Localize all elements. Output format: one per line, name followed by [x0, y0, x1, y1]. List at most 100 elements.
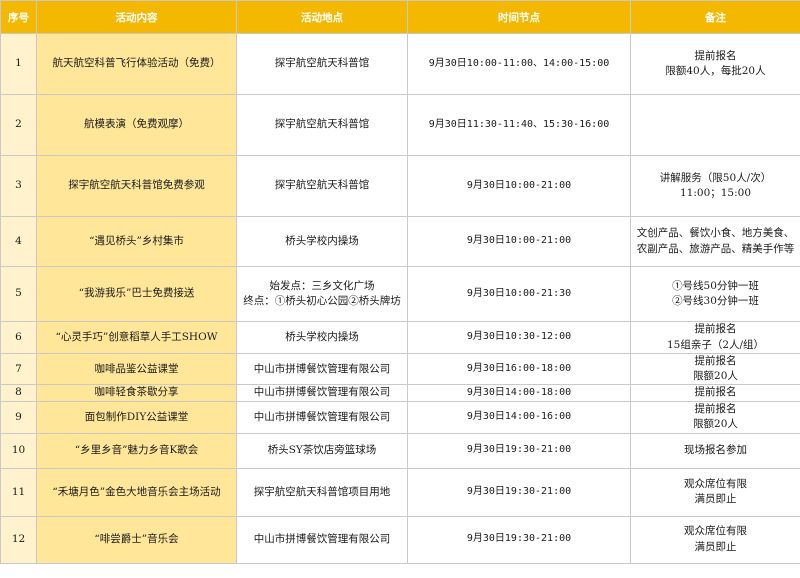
table-row: 8 咖啡轻食茶歇分享 中山市拼博餐饮管理有限公司 9月30日14:00-18:00 提前… — [0, 384, 800, 402]
cell-time: 9月30日19:30-21:00 — [407, 467, 631, 517]
cell-activity: 航模表演（免费观摩） — [36, 94, 237, 156]
cell-activity: “乡里乡音”魅力乡音K歌会 — [36, 432, 237, 469]
cell-note: ①号线50分钟一班 ②号线30分钟一班 — [630, 266, 800, 322]
note-line: 提前报名 — [694, 49, 737, 62]
note-line: 农副产品、旅游产品、精美手作等 — [636, 242, 795, 255]
location-line: 中山市拼博餐饮管理有限公司 — [253, 533, 391, 546]
note-line: 观众席位有限 — [684, 477, 747, 490]
location-line: 桥头学校内操场 — [285, 234, 359, 247]
cell-location: 探宇航空航天科普馆 — [236, 94, 408, 156]
cell-time: 9月30日14:00-18:00 — [407, 384, 631, 402]
header-activity: 活动内容 — [36, 0, 237, 34]
cell-location: 中山市拼博餐饮管理有限公司 — [236, 400, 408, 434]
cell-time: 9月30日16:00-18:00 — [407, 352, 631, 386]
cell-time: 9月30日10:00-21:00 — [407, 155, 631, 217]
cell-no: 8 — [0, 384, 37, 402]
cell-no: 5 — [0, 266, 37, 322]
note-line: 观众席位有限 — [684, 525, 747, 538]
cell-location: 中山市拼博餐饮管理有限公司 — [236, 384, 408, 402]
cell-location: 中山市拼博餐饮管理有限公司 — [236, 352, 408, 386]
cell-note: 提前报名 — [630, 384, 800, 402]
header-location: 活动地点 — [236, 0, 408, 34]
location-line: 始发点：三乡文化广场 — [269, 279, 375, 292]
table-row: 2 航模表演（免费观摩） 探宇航空航天科普馆 9月30日11:30-11:40、15:… — [0, 94, 800, 156]
cell-time: 9月30日10:00-11:00、14:00-15:00 — [407, 33, 631, 95]
cell-location: 始发点：三乡文化广场终点：①桥头初心公园②桥头牌坊 — [236, 266, 408, 322]
cell-location: 桥头SY茶饮店旁篮球场 — [236, 432, 408, 469]
cell-note: 讲解服务（限50人/次） 11:00；15:00 — [630, 155, 800, 217]
table-row: 5 “我游我乐”巴士免费接送 始发点：三乡文化广场 终点：①桥头初心公园②桥头牌坊 9月… — [0, 266, 800, 322]
location-line: 中山市拼博餐饮管理有限公司 — [253, 386, 391, 399]
cell-no: 3 — [0, 155, 37, 217]
cell-time: 9月30日10:30-12:00 — [407, 321, 631, 354]
cell-note — [630, 94, 800, 156]
cell-note: 提前报名 15组亲子（2人/组） — [630, 321, 800, 354]
cell-activity: “啡尝爵士”音乐会 — [36, 515, 237, 564]
note-line: 提前报名 — [694, 402, 737, 415]
cell-activity: “禾塘月色”金色大地音乐会主场活动 — [36, 467, 237, 517]
location-line: 终点：①桥头初心公园②桥头牌坊 — [243, 295, 401, 307]
table-row: 12 “啡尝爵士”音乐会 中山市拼博餐饮管理有限公司 9月30日19:30-21:00… — [0, 515, 800, 564]
cell-time: 9月30日14:00-16:00 — [407, 400, 631, 434]
cell-activity: 面包制作DIY公益课堂 — [36, 400, 237, 434]
cell-time: 9月30日19:30-21:00 — [407, 515, 631, 564]
cell-location: 探宇航空航天科普馆项目用地 — [236, 467, 408, 517]
cell-activity: “遇见桥头”乡村集市 — [36, 216, 237, 267]
table-body: 1 航天航空科普飞行体验活动（免费） 探宇航空航天科普馆 9月30日10:00-11:… — [0, 33, 800, 564]
location-line: 中山市拼博餐饮管理有限公司 — [253, 410, 391, 423]
cell-no: 6 — [0, 321, 37, 354]
cell-activity: 咖啡品鉴公益课堂 — [36, 352, 237, 386]
table-row: 4 “遇见桥头”乡村集市 桥头学校内操场 9月30日10:00-21:00 文创产品、餐… — [0, 216, 800, 267]
cell-note: 观众席位有限 满员即止 — [630, 467, 800, 517]
note-line: 11:00；15:00 — [679, 187, 752, 199]
header-no: 序号 — [0, 0, 37, 34]
cell-no: 2 — [0, 94, 37, 156]
cell-location: 探宇航空航天科普馆 — [236, 155, 408, 217]
note-line: 满员即止 — [694, 540, 737, 553]
cell-location: 桥头学校内操场 — [236, 321, 408, 354]
cell-time: 9月30日19:30-21:00 — [407, 432, 631, 469]
table-header-row: 序号 活动内容 活动地点 时间节点 备注 — [0, 0, 800, 34]
cell-time: 9月30日11:30-11:40、15:30-16:00 — [407, 94, 631, 156]
cell-note: 文创产品、餐饮小食、地方美食、 农副产品、旅游产品、精美手作等 — [630, 216, 800, 267]
table-row: 1 航天航空科普飞行体验活动（免费） 探宇航空航天科普馆 9月30日10:00-11:… — [0, 33, 800, 95]
header-time: 时间节点 — [407, 0, 631, 34]
cell-note: 提前报名限额20人 — [630, 352, 800, 386]
cell-activity: 咖啡轻食茶歇分享 — [36, 384, 237, 402]
table-row: 9 面包制作DIY公益课堂 中山市拼博餐饮管理有限公司 9月30日14:00-16:0… — [0, 400, 800, 434]
note-line: 提前报名 — [694, 323, 737, 336]
note-line: ②号线30分钟一班 — [672, 295, 759, 307]
note-line: ①号线50分钟一班 — [672, 279, 759, 292]
note-line: 限额20人 — [693, 370, 738, 383]
cell-note: 现场报名参加 — [630, 432, 800, 469]
table-row: 7 咖啡品鉴公益课堂 中山市拼博餐饮管理有限公司 9月30日16:00-18:00 提前… — [0, 352, 800, 386]
location-line: 桥头学校内操场 — [285, 330, 359, 343]
location-line: 中山市拼博餐饮管理有限公司 — [253, 362, 391, 375]
cell-time: 9月30日10:00-21:30 — [407, 266, 631, 322]
note-line: 15组亲子（2人/组） — [666, 338, 765, 351]
cell-time: 9月30日10:00-21:00 — [407, 216, 631, 267]
cell-note: 观众席位有限 满员即止 — [630, 515, 800, 564]
cell-no: 4 — [0, 216, 37, 267]
note-line: 讲解服务（限50人/次） — [659, 171, 772, 184]
cell-no: 9 — [0, 400, 37, 434]
location-line: 桥头SY茶饮店旁篮球场 — [267, 444, 377, 457]
note-line: 限额20人 — [693, 418, 738, 431]
cell-note: 提前报名限额20人 — [630, 400, 800, 434]
header-note: 备注 — [630, 0, 800, 34]
cell-location: 中山市拼博餐饮管理有限公司 — [236, 515, 408, 564]
cell-activity: “心灵手巧”创意稻草人手工SHOW — [36, 321, 237, 354]
cell-activity: 探宇航空航天科普馆免费参观 — [36, 155, 237, 217]
cell-activity: 航天航空科普飞行体验活动（免费） — [36, 33, 237, 95]
table-row: 6 “心灵手巧”创意稻草人手工SHOW 桥头学校内操场 9月30日10:30-12:0… — [0, 321, 800, 354]
cell-no: 11 — [0, 467, 37, 517]
activity-schedule-table: 序号 活动内容 活动地点 时间节点 备注 1 航天航空科普飞行体验活动（免费） 探宇… — [0, 0, 800, 564]
note-line: 提前报名 — [694, 355, 737, 367]
note-line: 提前报名 — [694, 386, 737, 399]
location-line: 探宇航空航天科普馆项目用地 — [253, 485, 391, 498]
cell-activity: “我游我乐”巴士免费接送 — [36, 266, 237, 322]
cell-location: 探宇航空航天科普馆 — [236, 33, 408, 95]
location-line: 探宇航空航天科普馆 — [274, 179, 370, 192]
note-line: 满员即止 — [694, 493, 737, 506]
note-line: 限额40人，每批20人 — [665, 65, 766, 77]
